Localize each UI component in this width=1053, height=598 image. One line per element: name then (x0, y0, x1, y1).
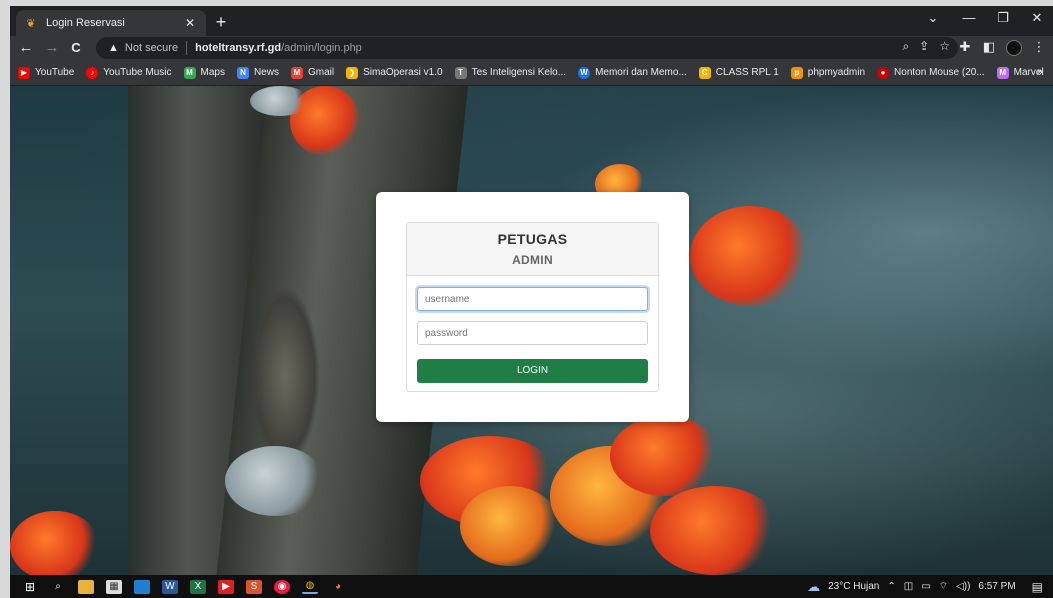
side-panel-icon[interactable]: ◧ (980, 39, 998, 55)
new-tab-button[interactable]: + (210, 12, 232, 34)
bookmark-phpmyadmin[interactable]: p phpmyadmin (790, 66, 865, 79)
wifi-icon[interactable]: ⌔ (939, 580, 948, 593)
tab-login-reservasi[interactable]: ❦ Login Reservasi ✕ (16, 10, 206, 36)
login-panel-header: PETUGAS ADMIN (407, 223, 658, 276)
sublime-icon[interactable]: S (246, 579, 262, 594)
tab-strip: ❦ Login Reservasi ✕ + ⌄ — ❐ ✕ (10, 6, 1053, 36)
bookmark-star-icon[interactable]: ☆ (939, 39, 950, 54)
login-card: PETUGAS ADMIN LOGIN (376, 192, 689, 422)
close-window-button[interactable]: ✕ (1022, 10, 1052, 26)
username-input[interactable] (417, 287, 648, 311)
volume-icon[interactable]: ◁)) (956, 581, 970, 592)
menu-kebab-icon[interactable]: ⋮ (1030, 39, 1048, 55)
phpmyadmin-icon: p (790, 66, 803, 79)
login-panel: PETUGAS ADMIN LOGIN (406, 222, 659, 392)
address-bar[interactable]: ▲ Not secure hoteltransy.rf.gd /admin/lo… (96, 37, 958, 59)
login-subheading: ADMIN (512, 253, 553, 267)
bookmark-simaoperasi[interactable]: ❯ SimaOperasi v1.0 (346, 66, 443, 79)
address-path: /admin/login.php (281, 42, 362, 54)
bookmark-class-rpl[interactable]: C CLASS RPL 1 (698, 66, 779, 79)
login-heading: PETUGAS (497, 231, 568, 247)
bookmark-youtube[interactable]: ▶ YouTube (18, 66, 74, 79)
zoom-search-icon[interactable]: ⌕ (902, 39, 909, 54)
background-leaf (225, 446, 325, 516)
address-host: hoteltransy.rf.gd (195, 42, 282, 54)
tray-chevron-icon[interactable]: ⌃ (887, 581, 895, 592)
nonton-icon: ● (877, 66, 890, 79)
maximize-button[interactable]: ❐ (988, 10, 1018, 26)
chrome-icon[interactable]: ◍ (302, 580, 318, 594)
tab-favicon-icon: ❦ (26, 17, 36, 30)
bookmarks-overflow-button[interactable]: » (1037, 66, 1043, 78)
back-button[interactable]: ← (16, 38, 36, 58)
firefox-icon[interactable]: ◕ (330, 580, 346, 594)
tab-close-icon[interactable]: ✕ (182, 16, 198, 30)
login-button[interactable]: LOGIN (417, 359, 648, 383)
password-input[interactable] (417, 321, 648, 345)
battery-icon[interactable]: ▭ (921, 581, 930, 592)
weather-icon: ☁ (807, 578, 821, 594)
notifications-icon[interactable]: ▤ (1032, 580, 1043, 594)
bookmark-memori[interactable]: W Memori dan Memo... (578, 66, 687, 79)
bookmark-nonton-mouse[interactable]: ● Nonton Mouse (20... (877, 66, 985, 79)
background-leaf (690, 206, 810, 306)
system-tray: ☁ 23°C Hujan ⌃ ◫ ▭ ⌔ ◁)) 6:57 PM ▤ (807, 575, 1043, 598)
clock-time[interactable]: 6:57 PM (978, 581, 1015, 592)
background-leaf (250, 86, 310, 116)
background-leaf (650, 486, 780, 575)
login-form: LOGIN (407, 276, 658, 394)
reload-button[interactable]: C (66, 38, 86, 58)
forward-button[interactable]: → (42, 38, 62, 58)
address-divider (186, 41, 188, 55)
background-leaf (610, 416, 720, 496)
bookmark-maps[interactable]: M Maps (183, 66, 225, 79)
search-icon[interactable]: ⌕ (50, 580, 66, 594)
bookmarks-bar: ▶ YouTube ♪ YouTube Music M Maps N News M Gma… (10, 60, 1053, 86)
background-leaf (10, 511, 100, 575)
tes-inteligensi-icon: T (454, 66, 467, 79)
simaoperasi-icon: ❯ (346, 66, 359, 79)
bookmark-news[interactable]: N News (236, 66, 279, 79)
windows-start-icon[interactable]: ⊞ (22, 580, 38, 594)
calculator-icon[interactable]: ▦ (106, 579, 122, 594)
classroom-icon: C (698, 66, 711, 79)
bookmark-youtube-music[interactable]: ♪ YouTube Music (86, 66, 172, 79)
onedrive-icon[interactable]: ◫ (904, 581, 913, 592)
wordpress-icon: W (578, 66, 591, 79)
app-icon[interactable]: ◉ (274, 579, 290, 594)
minimize-button[interactable]: — (954, 10, 984, 25)
windows-taskbar: ⊞ ⌕ ▦ W X ▶ S ◉ ◍ ◕ ☁ 23°C Hujan ⌃ ◫ ▭ ⌔… (10, 575, 1053, 598)
store-icon[interactable] (134, 579, 150, 594)
youtube-icon: ▶ (18, 66, 30, 79)
news-icon: N (236, 66, 249, 79)
excel-icon[interactable]: X (190, 579, 206, 594)
warning-icon: ▲ (108, 42, 119, 54)
security-status[interactable]: Not secure (125, 42, 178, 54)
tab-title: Login Reservasi (46, 17, 125, 29)
background-leaf (460, 486, 560, 566)
share-icon[interactable]: ⇪ (919, 39, 929, 54)
background-tree-knot (250, 286, 320, 466)
tab-search-chevron-icon[interactable]: ⌄ (918, 10, 948, 26)
address-actions: ⌕ ⇪ ☆ (902, 39, 950, 54)
word-icon[interactable]: W (162, 579, 178, 594)
gmail-icon: M (290, 66, 303, 79)
profile-avatar[interactable] (1006, 40, 1022, 56)
bookmark-tes-inteligensi[interactable]: T Tes Inteligensi Kelo... (454, 66, 566, 79)
weather-text[interactable]: 23°C Hujan (828, 581, 879, 592)
browser-toolbar: ← → C ▲ Not secure hoteltransy.rf.gd /ad… (10, 36, 1053, 60)
file-explorer-icon[interactable] (78, 579, 94, 594)
media-icon[interactable]: ▶ (218, 579, 234, 594)
bookmark-gmail[interactable]: M Gmail (290, 66, 334, 79)
marvel-icon: M (996, 66, 1009, 79)
maps-icon: M (183, 66, 196, 79)
youtube-music-icon: ♪ (86, 66, 99, 79)
extensions-puzzle-icon[interactable]: ✚ (956, 39, 974, 55)
